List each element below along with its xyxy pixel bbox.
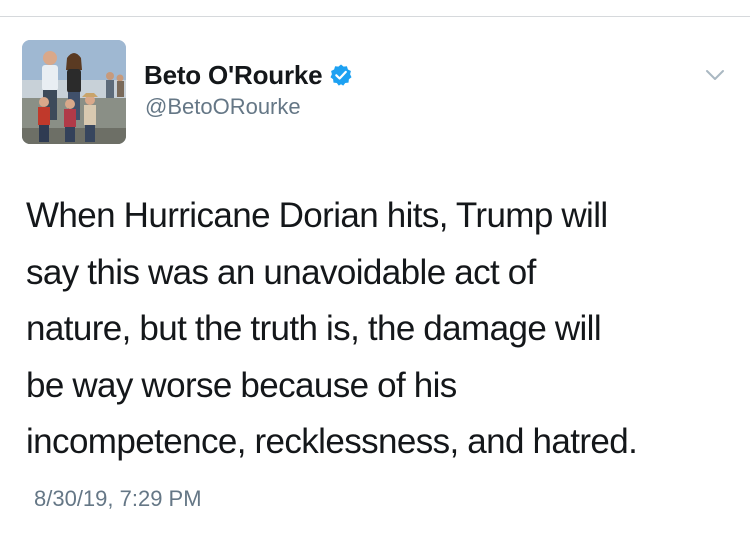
tweet-text-line: incompetence, recklessness, and hatred.: [26, 422, 638, 461]
avatar[interactable]: [22, 40, 126, 144]
tweet-text-line: say this was an unavoidable act of: [26, 252, 536, 292]
tweet-text-line: be way worse because of his: [26, 365, 457, 405]
verified-badge-icon: [329, 63, 353, 87]
author-name-row[interactable]: Beto O'Rourke: [144, 58, 353, 92]
top-divider: [0, 16, 750, 17]
author-handle[interactable]: @BetoORourke: [145, 92, 301, 122]
tweet-text-line: nature, but the truth is, the damage wil…: [26, 309, 602, 348]
tweet-text-line: When Hurricane Dorian hits, Trump will: [26, 196, 608, 235]
chevron-down-icon[interactable]: [704, 64, 726, 86]
tweet-text: When Hurricane Dorian hits, Trump will s…: [26, 188, 738, 471]
tweet-timestamp[interactable]: 8/30/19, 7:29 PM: [34, 484, 202, 514]
author-display-name[interactable]: Beto O'Rourke: [144, 58, 323, 92]
avatar-image: [22, 40, 126, 144]
